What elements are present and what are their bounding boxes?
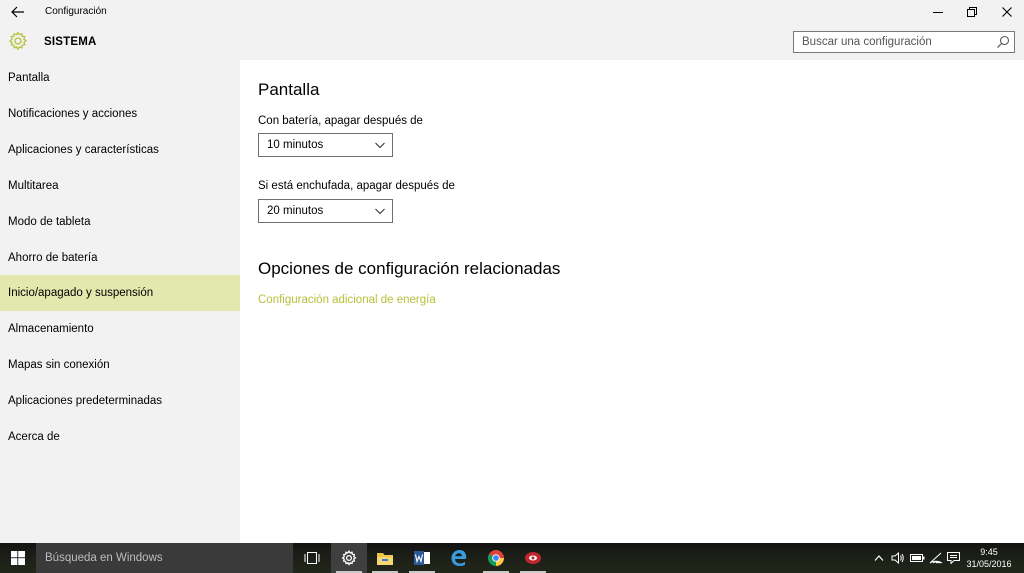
page-title: Pantalla xyxy=(258,80,320,99)
sidebar-item-inicio-apagado[interactable]: Inicio/apagado y suspensión xyxy=(0,275,240,311)
minimize-button[interactable] xyxy=(921,0,955,24)
plugged-timeout-value: 20 minutos xyxy=(267,205,324,217)
sidebar-item-label: Aplicaciones predeterminadas xyxy=(8,395,163,407)
sidebar: Pantalla Notificaciones y acciones Aplic… xyxy=(0,60,240,543)
edge-icon xyxy=(451,550,467,566)
restore-icon xyxy=(967,7,977,17)
sidebar-item-modo-tableta[interactable]: Modo de tableta xyxy=(0,204,240,240)
sidebar-item-acerca-de[interactable]: Acerca de xyxy=(0,419,240,455)
settings-header: SISTEMA xyxy=(0,24,1024,60)
search-icon[interactable] xyxy=(996,35,1010,49)
clock-date: 31/05/2016 xyxy=(966,559,1012,569)
section-title: SISTEMA xyxy=(44,36,97,48)
sidebar-item-label: Inicio/apagado y suspensión xyxy=(8,287,154,299)
network-button[interactable] xyxy=(927,543,945,573)
sidebar-item-label: Ahorro de batería xyxy=(8,252,98,264)
chevron-down-icon xyxy=(375,142,385,149)
start-button[interactable] xyxy=(0,543,36,573)
related-settings-heading: Opciones de configuración relacionadas xyxy=(258,259,561,278)
sidebar-item-label: Notificaciones y acciones xyxy=(8,108,138,120)
back-arrow-icon[interactable] xyxy=(8,2,28,22)
app-icon xyxy=(525,552,541,564)
sidebar-item-aplicaciones[interactable]: Aplicaciones y características xyxy=(0,132,240,168)
battery-icon xyxy=(909,554,924,562)
chrome-icon xyxy=(488,550,504,566)
taskbar-chrome-button[interactable] xyxy=(478,543,514,573)
sidebar-item-notificaciones[interactable]: Notificaciones y acciones xyxy=(0,96,240,132)
chevron-down-icon xyxy=(375,208,385,215)
sidebar-item-apps-predeterminadas[interactable]: Aplicaciones predeterminadas xyxy=(0,383,240,419)
restore-button[interactable] xyxy=(955,0,989,24)
sidebar-item-label: Multitarea xyxy=(8,180,59,192)
battery-timeout-value: 10 minutos xyxy=(267,139,324,151)
settings-gear-icon xyxy=(341,550,357,566)
minimize-icon xyxy=(933,12,943,13)
sidebar-item-label: Pantalla xyxy=(8,72,50,84)
taskbar-app-button[interactable] xyxy=(515,543,551,573)
file-explorer-icon xyxy=(377,552,393,565)
additional-power-settings-link[interactable]: Configuración adicional de energía xyxy=(258,294,436,306)
search-box[interactable] xyxy=(793,31,1015,53)
battery-button[interactable] xyxy=(908,543,926,573)
sidebar-item-almacenamiento[interactable]: Almacenamiento xyxy=(0,311,240,347)
wifi-icon xyxy=(929,552,943,564)
taskbar-explorer-button[interactable] xyxy=(367,543,403,573)
notifications-icon xyxy=(946,552,960,564)
main-content: Pantalla Con batería, apagar después de … xyxy=(240,60,1024,543)
taskbar-search-box[interactable]: Búsqueda en Windows xyxy=(36,543,293,573)
plugged-timeout-select[interactable]: 20 minutos xyxy=(258,199,393,223)
search-input[interactable] xyxy=(794,32,990,52)
taskbar-edge-button[interactable] xyxy=(441,543,477,573)
chevron-up-icon xyxy=(874,555,884,561)
sidebar-item-multitarea[interactable]: Multitarea xyxy=(0,168,240,204)
sidebar-item-mapas[interactable]: Mapas sin conexión xyxy=(0,347,240,383)
sidebar-item-label: Acerca de xyxy=(8,431,60,443)
sidebar-item-label: Mapas sin conexión xyxy=(8,359,110,371)
sidebar-item-label: Modo de tableta xyxy=(8,216,91,228)
taskbar-settings-button[interactable] xyxy=(331,543,367,573)
word-icon xyxy=(414,551,430,565)
battery-timeout-label: Con batería, apagar después de xyxy=(258,115,423,127)
gear-icon xyxy=(8,31,28,51)
taskbar-word-button[interactable] xyxy=(404,543,440,573)
sidebar-item-ahorro-bateria[interactable]: Ahorro de batería xyxy=(0,240,240,276)
taskbar: Búsqueda en Windows 9:45 31/05/2016 xyxy=(0,543,1024,573)
battery-timeout-select[interactable]: 10 minutos xyxy=(258,133,393,157)
volume-button[interactable] xyxy=(889,543,907,573)
sidebar-item-label: Aplicaciones y características xyxy=(8,144,159,156)
close-button[interactable] xyxy=(990,0,1024,24)
task-view-button[interactable] xyxy=(294,543,330,573)
task-view-icon xyxy=(304,552,320,564)
show-hidden-icons-button[interactable] xyxy=(872,543,886,573)
clock-time: 9:45 xyxy=(980,547,998,557)
title-bar: Configuración xyxy=(0,0,1024,24)
close-icon xyxy=(1002,7,1012,17)
volume-icon xyxy=(891,552,904,564)
taskbar-clock[interactable]: 9:45 31/05/2016 xyxy=(962,546,1016,570)
window-title: Configuración xyxy=(45,6,107,17)
sidebar-item-pantalla[interactable]: Pantalla xyxy=(0,60,240,96)
windows-logo-icon xyxy=(11,551,25,565)
taskbar-search-text: Búsqueda en Windows xyxy=(45,552,163,564)
sidebar-item-label: Almacenamiento xyxy=(8,323,94,335)
plugged-timeout-label: Si está enchufada, apagar después de xyxy=(258,180,455,192)
action-center-button[interactable] xyxy=(944,543,962,573)
